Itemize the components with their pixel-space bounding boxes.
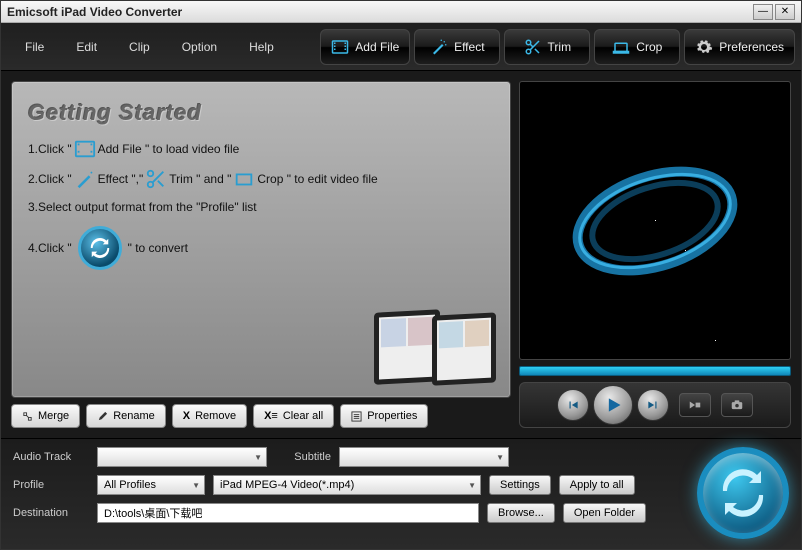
snapshot-button[interactable] xyxy=(721,393,753,417)
add-file-button[interactable]: Add File xyxy=(320,29,410,65)
left-panel: Getting Started 1.Click " Add File " to … xyxy=(11,81,511,428)
stars-decoration xyxy=(655,220,656,221)
destination-label: Destination xyxy=(13,507,89,519)
wand-icon xyxy=(430,38,448,56)
menu-help[interactable]: Help xyxy=(233,36,290,58)
gear-icon xyxy=(695,38,713,56)
add-file-label: Add File xyxy=(355,40,399,54)
toolbar: Add File Effect Trim Crop Preferences xyxy=(314,25,801,69)
menu-file[interactable]: File xyxy=(9,36,60,58)
convert-button[interactable] xyxy=(697,447,789,539)
menu-items: File Edit Clip Option Help xyxy=(1,36,298,58)
open-folder-button[interactable]: Open Folder xyxy=(563,503,646,523)
trim-label: Trim xyxy=(548,40,572,54)
subtitle-select[interactable] xyxy=(339,447,509,467)
close-button[interactable]: ✕ xyxy=(775,4,795,20)
progress-slider[interactable] xyxy=(519,366,791,376)
convert-arrows-icon xyxy=(719,469,767,517)
effect-button[interactable]: Effect xyxy=(414,29,500,65)
action-row: Merge Rename XRemove X≡Clear all Propert… xyxy=(11,404,511,428)
menu-edit[interactable]: Edit xyxy=(60,36,113,58)
subtitle-label: Subtitle xyxy=(275,451,331,463)
settings-button[interactable]: Settings xyxy=(489,475,551,495)
film-icon xyxy=(331,38,349,56)
guide-step-3: 3.Select output format from the "Profile… xyxy=(28,200,494,214)
profile-category-select[interactable]: All Profiles xyxy=(97,475,205,495)
guide-step-4: 4.Click " " to convert xyxy=(28,226,494,270)
row-destination: Destination D:\tools\桌面\下载吧 Browse... Op… xyxy=(13,503,687,523)
crop-icon xyxy=(233,170,255,188)
preview-area[interactable] xyxy=(519,81,791,360)
guide-step-1: 1.Click " Add File " to load video file xyxy=(28,140,494,158)
titlebar: Emicsoft iPad Video Converter — ✕ xyxy=(1,1,801,23)
guide-heading: Getting Started xyxy=(28,100,494,126)
audio-track-select[interactable] xyxy=(97,447,267,467)
row-profile: Profile All Profiles iPad MPEG-4 Video(*… xyxy=(13,475,687,495)
fullscreen-button[interactable] xyxy=(679,393,711,417)
guide-step-2: 2.Click " Effect "," Trim " and " Crop "… xyxy=(28,170,494,188)
clear-all-button[interactable]: X≡Clear all xyxy=(253,404,334,428)
crop-label: Crop xyxy=(636,40,662,54)
profile-select[interactable]: iPad MPEG-4 Video(*.mp4) xyxy=(213,475,481,495)
getting-started-panel: Getting Started 1.Click " Add File " to … xyxy=(11,81,511,398)
list-icon xyxy=(351,411,362,422)
menubar: File Edit Clip Option Help Add File Effe… xyxy=(1,23,801,71)
merge-button[interactable]: Merge xyxy=(11,404,80,428)
scissors-icon xyxy=(524,38,542,56)
browse-button[interactable]: Browse... xyxy=(487,503,555,523)
bottom-panel: Audio Track Subtitle Profile All Profile… xyxy=(1,438,801,549)
row-audio-subtitle: Audio Track Subtitle xyxy=(13,447,687,467)
wand-icon xyxy=(74,170,96,188)
x-icon: X xyxy=(183,410,190,422)
crop-button[interactable]: Crop xyxy=(594,29,680,65)
pencil-icon xyxy=(97,411,108,422)
right-panel xyxy=(519,81,791,428)
effect-label: Effect xyxy=(454,40,484,54)
menu-clip[interactable]: Clip xyxy=(113,36,166,58)
ipad-illustration xyxy=(370,305,500,391)
merge-icon xyxy=(22,411,33,422)
form-area: Audio Track Subtitle Profile All Profile… xyxy=(13,447,687,539)
playback-controls xyxy=(519,382,791,428)
apply-all-button[interactable]: Apply to all xyxy=(559,475,635,495)
prev-button[interactable] xyxy=(557,389,589,421)
app-window: Emicsoft iPad Video Converter — ✕ File E… xyxy=(0,0,802,550)
x-lines-icon: X≡ xyxy=(264,410,278,422)
trim-button[interactable]: Trim xyxy=(504,29,590,65)
next-button[interactable] xyxy=(637,389,669,421)
properties-button[interactable]: Properties xyxy=(340,404,428,428)
profile-label: Profile xyxy=(13,479,89,491)
preferences-label: Preferences xyxy=(719,40,784,54)
preferences-button[interactable]: Preferences xyxy=(684,29,795,65)
rename-button[interactable]: Rename xyxy=(86,404,166,428)
main-area: Getting Started 1.Click " Add File " to … xyxy=(1,71,801,438)
menu-option[interactable]: Option xyxy=(166,36,233,58)
play-button[interactable] xyxy=(593,385,633,425)
destination-input[interactable]: D:\tools\桌面\下载吧 xyxy=(97,503,479,523)
minimize-button[interactable]: — xyxy=(753,4,773,20)
crop-icon xyxy=(612,38,630,56)
audio-track-label: Audio Track xyxy=(13,451,89,463)
scissors-icon xyxy=(145,170,167,188)
remove-button[interactable]: XRemove xyxy=(172,404,247,428)
window-title: Emicsoft iPad Video Converter xyxy=(7,5,751,19)
film-icon xyxy=(74,140,96,158)
convert-icon xyxy=(78,226,122,270)
